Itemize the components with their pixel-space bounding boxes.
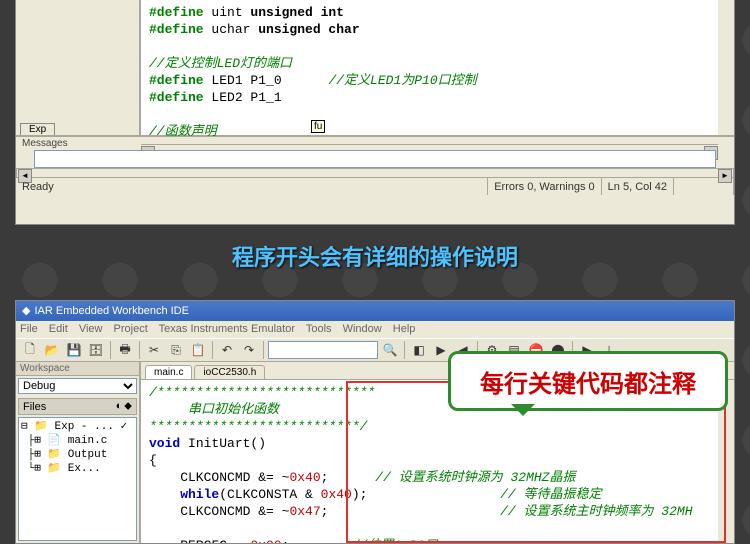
cut-icon[interactable]: ✂	[144, 340, 164, 360]
status-spacer	[674, 178, 734, 195]
top-ide-panel: Exp #define uint unsigned int #define uc…	[15, 0, 735, 225]
menu-ti-emulator[interactable]: Texas Instruments Emulator	[159, 323, 295, 335]
app-icon: ◆	[22, 301, 30, 321]
window-title: IAR Embedded Workbench IDE	[34, 301, 188, 321]
menu-window[interactable]: Window	[343, 323, 382, 335]
copy-icon[interactable]: ⎘	[166, 340, 186, 360]
redo-icon[interactable]: ↷	[239, 340, 259, 360]
tab-iocc2530[interactable]: ioCC2530.h	[194, 365, 265, 379]
menu-file[interactable]: File	[20, 323, 38, 335]
annotation-caption: 程序开头会有详细的操作说明	[0, 240, 750, 272]
messages-list[interactable]	[34, 150, 716, 168]
autocomplete-hint: fu	[311, 120, 325, 133]
col-icon[interactable]: ⬥	[124, 400, 132, 413]
save-all-icon[interactable]: 🗄	[86, 340, 106, 360]
menu-edit[interactable]: Edit	[49, 323, 68, 335]
tree-root[interactable]: ⊟ 📁 Exp - ... ✓	[21, 420, 134, 434]
open-icon[interactable]: 📂	[42, 340, 62, 360]
tab-main-c[interactable]: main.c	[145, 365, 192, 379]
status-bar: Ready Errors 0, Warnings 0 Ln 5, Col 42	[16, 177, 734, 195]
files-header: Files	[23, 401, 46, 413]
status-errors: Errors 0, Warnings 0	[488, 178, 601, 195]
col-icon[interactable]: ◐	[116, 400, 123, 413]
top-sidebar: Exp	[16, 0, 141, 135]
workspace-tab-exp[interactable]: Exp	[20, 123, 55, 135]
top-code-editor[interactable]: #define uint unsigned int #define uchar …	[141, 0, 734, 135]
window-titlebar[interactable]: ◆ IAR Embedded Workbench IDE	[16, 301, 734, 321]
new-file-icon[interactable]: 🗋	[20, 340, 40, 360]
tree-output[interactable]: ├⊞ 📁 Output	[21, 448, 134, 462]
top-editor-split: Exp #define uint unsigned int #define uc…	[16, 0, 734, 135]
menu-view[interactable]: View	[79, 323, 103, 335]
paste-icon[interactable]: 📋	[188, 340, 208, 360]
undo-icon[interactable]: ↶	[217, 340, 237, 360]
menu-tools[interactable]: Tools	[306, 323, 332, 335]
print-icon[interactable]: 🖶	[115, 340, 135, 360]
toggle-bookmark-icon[interactable]: ◧	[409, 340, 429, 360]
project-tree[interactable]: ⊟ 📁 Exp - ... ✓ ├⊞ 📄 main.c ├⊞ 📁 Output …	[18, 417, 137, 541]
save-icon[interactable]: 💾	[64, 340, 84, 360]
tree-main-c[interactable]: ├⊞ 📄 main.c	[21, 434, 134, 448]
menu-bar[interactable]: File Edit View Project Texas Instruments…	[16, 321, 734, 338]
status-position: Ln 5, Col 42	[602, 178, 674, 195]
status-ready: Ready	[16, 178, 488, 195]
config-select[interactable]: Debug	[18, 378, 137, 394]
menu-project[interactable]: Project	[114, 323, 148, 335]
annotation-callout: 每行关键代码都注释	[448, 351, 728, 411]
bottom-ide-window: ◆ IAR Embedded Workbench IDE File Edit V…	[15, 300, 735, 544]
workspace-label: Workspace	[16, 362, 139, 376]
tree-ex[interactable]: └⊞ 📁 Ex...	[21, 462, 134, 476]
find-input[interactable]	[268, 341, 378, 359]
menu-help[interactable]: Help	[393, 323, 416, 335]
find-icon[interactable]: 🔍	[380, 340, 400, 360]
workspace-sidebar: Workspace Debug Files ◐⬥ ⊟ 📁 Exp - ... ✓…	[16, 362, 141, 543]
